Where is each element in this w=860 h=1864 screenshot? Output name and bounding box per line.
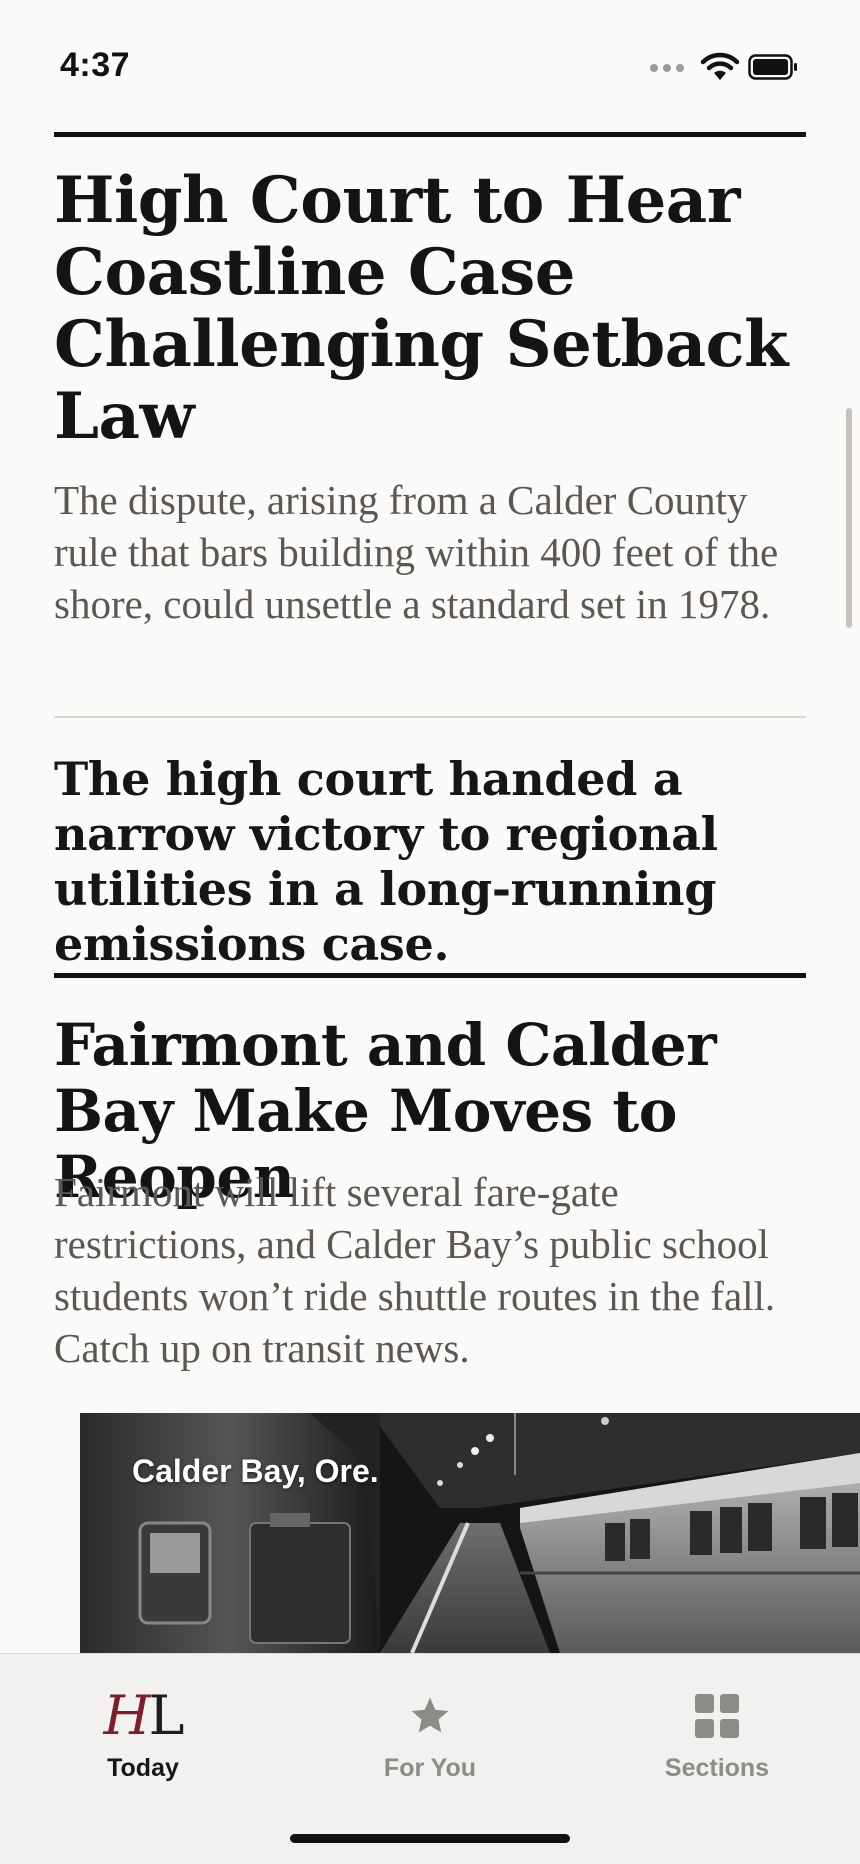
hl-logo-icon: HL bbox=[98, 1684, 188, 1748]
tab-sections[interactable]: Sections bbox=[574, 1654, 860, 1804]
article-headline[interactable]: High Court to Hear Coastline Case Challe… bbox=[54, 165, 806, 453]
tab-bar: HL Today For You Sections bbox=[0, 1653, 860, 1864]
section-divider bbox=[54, 132, 806, 137]
tab-label: Today bbox=[107, 1754, 179, 1782]
tab-today[interactable]: HL Today bbox=[0, 1654, 286, 1804]
article-headline[interactable]: The high court handed a narrow victory t… bbox=[54, 752, 806, 972]
status-bar: 4:37 bbox=[0, 0, 860, 120]
article-summary[interactable]: Fairmont will lift several fare-gate res… bbox=[54, 1166, 806, 1374]
home-indicator[interactable] bbox=[290, 1834, 570, 1843]
train-station-photo bbox=[80, 1413, 860, 1653]
photo-caption: Calder Bay, Ore. bbox=[132, 1453, 379, 1489]
battery-icon bbox=[748, 54, 797, 80]
wifi-icon bbox=[700, 52, 740, 80]
tab-label: Sections bbox=[664, 1754, 770, 1782]
logo-letter-h: H bbox=[103, 1684, 151, 1747]
scrollbar[interactable] bbox=[846, 408, 852, 628]
article-photo[interactable]: Calder Bay, Ore. bbox=[80, 1413, 860, 1653]
tab-label: For You bbox=[383, 1754, 477, 1782]
section-divider bbox=[54, 973, 806, 978]
logo-letter-l: L bbox=[148, 1684, 185, 1747]
article-divider bbox=[54, 716, 806, 718]
star-icon bbox=[385, 1684, 475, 1748]
tab-for-you[interactable]: For You bbox=[287, 1654, 573, 1804]
cellular-signal-icon bbox=[650, 64, 686, 72]
grid-icon bbox=[672, 1684, 762, 1748]
article-summary[interactable]: The dispute, arising from a Calder Count… bbox=[54, 474, 806, 630]
status-time: 4:37 bbox=[60, 46, 131, 84]
